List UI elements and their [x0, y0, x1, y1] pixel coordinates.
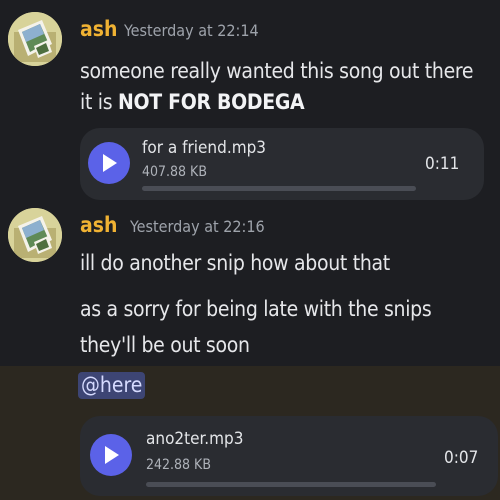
username[interactable]: ash	[80, 19, 117, 40]
audio-attachment: for a friend.mp3 407.88 KB 0:11	[80, 128, 484, 200]
audio-attachment: ano2ter.mp3 242.88 KB 0:07	[80, 416, 498, 496]
audio-duration: 0:11	[425, 154, 460, 174]
message-line: ill do another snip how about that	[80, 251, 390, 275]
message-line: someone really wanted this song out ther…	[80, 59, 474, 83]
play-button[interactable]	[90, 434, 132, 476]
play-icon	[105, 446, 119, 464]
avatar-image	[8, 12, 62, 66]
message-line: they'll be out soon	[80, 333, 250, 357]
timestamp: Yesterday at 22:16	[130, 217, 265, 236]
audio-filesize: 407.88 KB	[142, 164, 207, 180]
audio-duration: 0:07	[444, 448, 479, 468]
audio-progress-track[interactable]	[142, 186, 416, 191]
audio-progress-track[interactable]	[146, 482, 436, 487]
bold-text: NOT FOR BODEGA	[117, 90, 305, 114]
message-text: it is	[80, 90, 118, 114]
audio-filename[interactable]: ano2ter.mp3	[146, 431, 243, 448]
mention-here[interactable]: @here	[78, 372, 146, 399]
message-line: as a sorry for being late with the snips	[80, 297, 432, 321]
audio-filesize: 242.88 KB	[146, 457, 211, 473]
message-line: it is NOT FOR BODEGA	[80, 90, 305, 114]
audio-filename[interactable]: for a friend.mp3	[142, 140, 266, 157]
play-button[interactable]	[88, 142, 130, 184]
avatar[interactable]	[8, 12, 62, 66]
timestamp: Yesterday at 22:14	[124, 21, 259, 40]
play-icon	[103, 154, 117, 172]
avatar[interactable]	[8, 208, 62, 262]
avatar-image	[8, 208, 62, 262]
username[interactable]: ash	[80, 215, 117, 236]
